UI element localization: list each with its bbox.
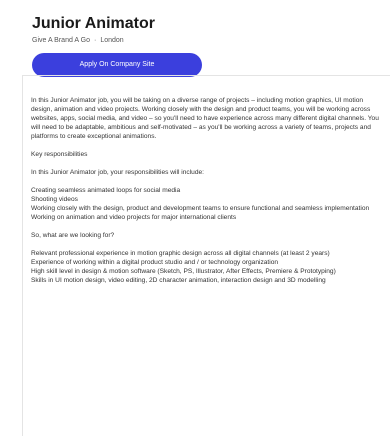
description-intro: In this Junior Animator job, you will be… [31,97,379,140]
meta-separator: · [93,37,97,44]
list-item: Skills in UI motion design, video editin… [31,277,326,284]
company-name[interactable]: Give A Brand A Go [32,37,90,44]
list-item: Working on animation and video projects … [31,214,237,221]
list-item: Creating seamless animated loops for soc… [31,187,181,194]
list-item: Experience of working within a digital p… [31,259,279,266]
job-title: Junior Animator [32,15,155,32]
list-item: Working closely with the design, product… [31,205,370,212]
job-meta: Give A Brand A Go · London [32,36,390,45]
apply-on-company-site-button[interactable]: Apply On Company Site [32,53,202,77]
looking-for-heading: So, what are we looking for? [31,232,115,239]
list-item: Relevant professional experience in moti… [31,250,330,257]
list-item: High skill level in design & motion soft… [31,268,336,275]
job-description: In this Junior Animator job, you will be… [22,75,390,436]
job-header: Junior Animator Give A Brand A Go · London… [0,0,390,77]
job-location: London [100,37,124,44]
list-item: Shooting videos [31,196,78,203]
requirements-list: Relevant professional experience in moti… [31,249,382,285]
responsibilities-intro: In this Junior Animator job, your respon… [31,169,204,176]
key-responsibilities-heading: Key responsibilities [31,151,88,158]
responsibilities-list: Creating seamless animated loops for soc… [31,186,382,222]
